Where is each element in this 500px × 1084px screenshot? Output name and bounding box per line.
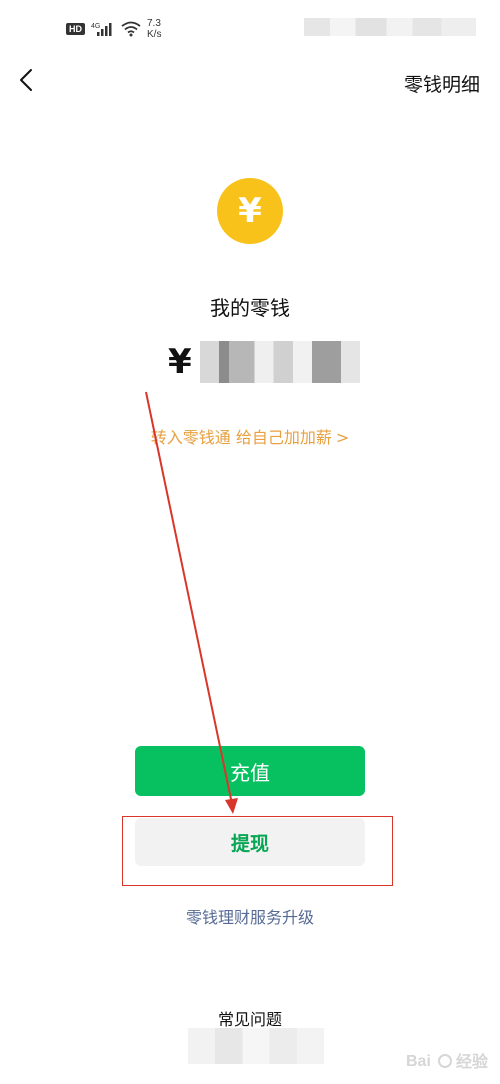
balance-mosaic <box>199 341 360 383</box>
wifi-icon <box>121 21 141 37</box>
nav-bar: 零钱明细 <box>0 58 500 106</box>
hd-badge: HD <box>66 23 85 35</box>
net-speed-value: 7.3 <box>147 18 161 29</box>
status-bar: HD 4G 7.3 K/s <box>0 0 500 56</box>
status-indicators: HD 4G 7.3 K/s <box>66 18 161 40</box>
recharge-button[interactable]: 充值 <box>135 746 365 796</box>
currency-symbol: ¥ <box>168 342 192 382</box>
net-speed-unit: K/s <box>147 29 162 40</box>
page-title: 我的零钱 <box>210 296 290 320</box>
promo-label: 转入零钱通 给自己加加薪 <box>150 428 332 447</box>
balance-amount: ¥ <box>168 338 360 386</box>
chevron-left-icon <box>18 68 34 96</box>
watermark-text: 经验 <box>455 1052 488 1071</box>
withdraw-button[interactable]: 提现 <box>135 818 365 866</box>
promo-chevron-icon: > <box>335 428 350 447</box>
svg-text:Bai: Bai <box>406 1053 431 1070</box>
net-speed: 7.3 K/s <box>147 18 161 40</box>
signal-icon: 4G <box>91 21 115 37</box>
transfer-to-change-pass-link[interactable]: 转入零钱通 给自己加加薪 > <box>0 424 500 448</box>
coin-symbol: ¥ <box>238 191 262 231</box>
faq-link[interactable]: 常见问题 <box>0 1006 500 1030</box>
baidu-watermark: Bai 经验 <box>406 1048 488 1072</box>
wallet-detail-link[interactable]: 零钱明细 <box>404 70 480 97</box>
faq-mosaic <box>188 1028 324 1064</box>
wealth-service-upgrade-link[interactable]: 零钱理财服务升级 <box>0 904 500 928</box>
baidu-logo-icon: Bai <box>406 1053 452 1070</box>
signal-label: 4G <box>91 23 100 30</box>
yuan-coin-icon: ¥ <box>217 178 283 244</box>
status-bar-right-mosaic <box>304 18 476 36</box>
back-button[interactable] <box>10 64 42 100</box>
